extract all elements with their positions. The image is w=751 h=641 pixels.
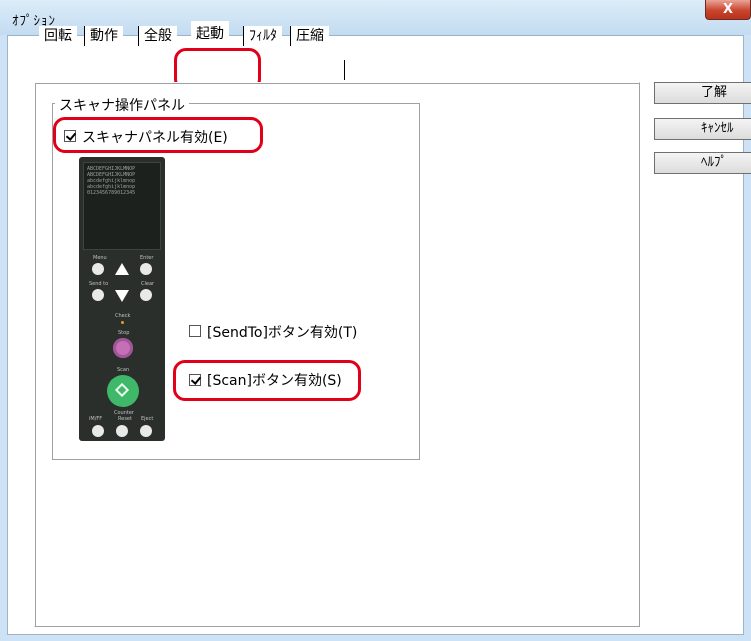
down-arrow-icon: [115, 290, 129, 302]
tab-rotation[interactable]: 回転: [39, 26, 77, 46]
lcd-display: ABCDEFGHIJKLMNOP ABCDEFGHIJKLMNOP abcdef…: [83, 162, 161, 250]
tab-operation[interactable]: 動作: [84, 26, 123, 46]
tab-startup[interactable]: 起動: [191, 21, 229, 48]
menu-label: Menu: [93, 255, 107, 261]
scan-device-label: Scan: [117, 367, 130, 373]
counter-reset-button-icon: [116, 425, 128, 437]
tab-separator: [344, 60, 345, 80]
tab-general[interactable]: 全般: [138, 26, 177, 46]
enter-button-icon: [140, 263, 152, 275]
clear-label: Clear: [141, 281, 155, 287]
enter-label: Enter: [140, 255, 154, 261]
iwff-button-icon: [92, 425, 104, 437]
tab-compression[interactable]: 圧縮: [290, 26, 329, 46]
options-dialog: ｵﾌﾟｼｮﾝ X 回転 動作 全般 起動 ﾌｨﾙﾀ 圧縮 了解 ｷｬﾝｾﾙ ﾍﾙ…: [0, 0, 751, 641]
check-led-icon: [121, 321, 124, 324]
ok-button[interactable]: 了解: [654, 82, 751, 104]
sendto-device-label: Send to: [89, 281, 109, 287]
scan-button-icon: [107, 375, 139, 407]
help-button[interactable]: ﾍﾙﾌﾟ: [654, 152, 751, 174]
check-label: Check: [115, 313, 131, 319]
groupbox-title: スキャナ操作パネル: [55, 95, 189, 115]
eject-button-icon: [140, 425, 152, 437]
sendto-button-icon: [92, 289, 104, 301]
menu-button-icon: [92, 263, 104, 275]
cancel-button[interactable]: ｷｬﾝｾﾙ: [654, 118, 751, 140]
sendto-checkbox[interactable]: [189, 325, 201, 337]
stop-button-icon: [113, 338, 133, 358]
eject-label: Eject: [141, 416, 154, 422]
close-button[interactable]: X: [705, 0, 751, 20]
lcd-line: 0123456789012345: [87, 190, 136, 196]
scanner-panel-image: ABCDEFGHIJKLMNOP ABCDEFGHIJKLMNOP abcdef…: [79, 157, 165, 441]
up-arrow-icon: [115, 263, 129, 275]
sendto-label[interactable]: [SendTo]ボタン有効(T): [207, 322, 357, 342]
scan-highlight-ring: [173, 360, 361, 401]
reset-label: Reset: [118, 416, 132, 422]
stop-label: Stop: [118, 330, 130, 336]
diamond-icon: [114, 382, 130, 398]
tab-filter[interactable]: ﾌｨﾙﾀ: [243, 26, 282, 46]
clear-button-icon: [140, 289, 152, 301]
iwff-label: iM/FF: [89, 416, 103, 422]
enable-panel-highlight-ring: [53, 117, 263, 153]
